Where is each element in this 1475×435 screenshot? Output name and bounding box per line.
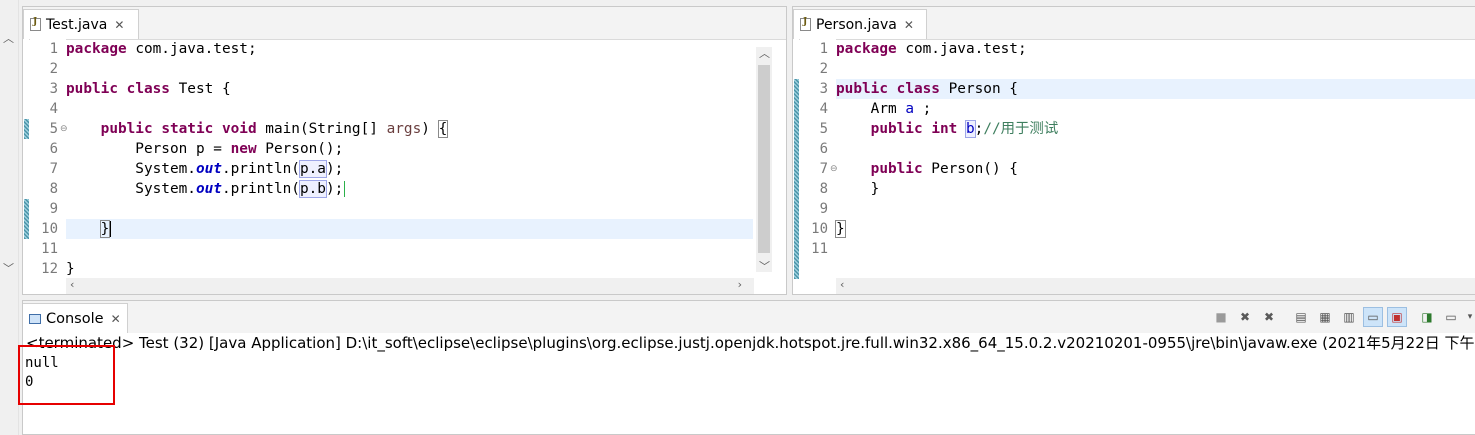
tab-label: Test.java [46, 16, 108, 33]
tab-test-java[interactable]: Test.java ✕ [23, 9, 139, 39]
java-file-icon [30, 17, 41, 31]
console-icon [29, 313, 41, 324]
line-number-gutter: 1 2 3 4 5 6 7 ⊖ 8 9 10 11 [800, 39, 838, 294]
scrollbar-thumb[interactable] [758, 65, 770, 253]
remove-all-icon[interactable]: ✖ [1259, 307, 1279, 327]
code-line: package com.java.test; [66, 41, 257, 57]
code-lines[interactable]: package com.java.test; public class Test… [66, 39, 786, 294]
editor-tab-bar: Test.java ✕ [23, 7, 786, 40]
line-number: 10 [41, 221, 58, 237]
code-line: public static void main(String[] args) { [100, 120, 449, 138]
terminate-icon[interactable]: ■ [1211, 307, 1231, 327]
code-lines[interactable]: package com.java.test; public class Pers… [835, 39, 1475, 294]
chevron-up-icon[interactable]: ︿ [759, 45, 770, 61]
text-cursor [110, 221, 112, 237]
matching-bracket: } [99, 220, 111, 238]
chevron-down-icon[interactable]: ﹀ [3, 260, 14, 276]
tab-label: Person.java [816, 16, 897, 33]
code-line: Arm a ; [836, 101, 932, 117]
code-line: } [836, 181, 880, 197]
console-status-line: <terminated> Test (32) [Java Application… [26, 334, 1475, 352]
overview-ruler [23, 39, 29, 294]
matching-bracket: { [437, 120, 449, 138]
scroll-lock-icon[interactable]: ▤ [1291, 307, 1311, 327]
line-number: 11 [41, 241, 58, 257]
line-number: 3 [819, 81, 828, 97]
line-number: 12 [41, 261, 58, 277]
display-selected-console-icon[interactable]: ▭ [1363, 307, 1383, 327]
line-number: 11 [811, 241, 828, 257]
console-tab-bar: Console ✕ ■ ✖ ✖ ▤ ▦ ▥ ▭ ▣ ◨ ▭ ▾ [23, 301, 1475, 333]
line-number: 10 [811, 221, 828, 237]
code-area[interactable]: 1 2 3 4 5 6 7 ⊖ 8 9 10 11 package com.ja… [793, 39, 1475, 294]
editor-tab-bar: Person.java ✕ [793, 7, 1475, 40]
left-sidebar-strip: ︿ ﹀ [0, 0, 19, 435]
horizontal-scrollbar[interactable]: ‹ › [66, 278, 754, 294]
code-line: System.out.println(p.a); [66, 160, 344, 178]
console-toolbar: ■ ✖ ✖ ▤ ▦ ▥ ▭ ▣ ◨ ▭ ▾ [1211, 306, 1475, 328]
line-number-gutter: 1 2 3 4 5 ⊖ 6 7 8 9 10 11 12 [30, 39, 68, 294]
pin-icon[interactable]: ▥ [1339, 307, 1359, 327]
change-marker [794, 79, 799, 279]
line-number: 6 [49, 141, 58, 157]
vertical-scrollbar[interactable]: ︿ ﹀ [756, 45, 772, 274]
tab-console[interactable]: Console ✕ [23, 303, 128, 333]
line-number: 4 [49, 101, 58, 117]
change-marker [24, 119, 29, 139]
overview-ruler [793, 39, 799, 294]
code-line: public int b;//用于测试 [870, 120, 1059, 138]
line-number: 8 [819, 181, 828, 197]
chevron-down-icon[interactable]: ▾ [1465, 307, 1475, 327]
code-line: Person p = new Person(); [66, 141, 344, 157]
horizontal-scrollbar[interactable]: ‹ [836, 278, 1475, 294]
chevron-right-icon[interactable]: › [738, 278, 742, 291]
close-icon[interactable]: ✕ [114, 18, 124, 32]
code-line: package com.java.test; [836, 41, 1027, 57]
code-line: System.out.println(p.b); [66, 180, 346, 198]
chevron-up-icon[interactable]: ︿ [3, 30, 14, 46]
line-number: 9 [49, 201, 58, 217]
code-line: public Person() { [870, 161, 1018, 177]
code-line: } [66, 219, 112, 239]
editor-test-java: Test.java ✕ 1 2 3 4 5 ⊖ 6 7 8 9 10 11 12… [22, 6, 787, 295]
line-number: 1 [49, 41, 58, 57]
chevron-down-icon[interactable]: ﹀ [759, 258, 770, 274]
close-icon[interactable]: ✕ [904, 18, 914, 32]
line-number: 2 [49, 61, 58, 77]
console-tab-label: Console [46, 310, 104, 327]
code-area[interactable]: 1 2 3 4 5 ⊖ 6 7 8 9 10 11 12 package com… [23, 39, 786, 294]
code-line: } [835, 219, 846, 239]
line-number: 9 [819, 201, 828, 217]
remove-launch-icon[interactable]: ✖ [1235, 307, 1255, 327]
console-view: Console ✕ ■ ✖ ✖ ▤ ▦ ▥ ▭ ▣ ◨ ▭ ▾ <termina… [22, 300, 1475, 435]
new-console-icon[interactable]: ◨ [1417, 307, 1437, 327]
line-number: 3 [49, 81, 58, 97]
open-console-icon[interactable]: ▣ [1387, 307, 1407, 327]
line-number: 5 [819, 121, 828, 137]
matching-bracket: } [835, 220, 846, 238]
line-number: 7 [819, 161, 828, 177]
line-number: 1 [819, 41, 828, 57]
line-number: 7 [49, 161, 58, 177]
code-line: } [66, 261, 75, 277]
line-number: 4 [819, 101, 828, 117]
code-line: public class Person { [836, 81, 1018, 97]
line-number: 2 [819, 61, 828, 77]
line-number: 8 [49, 181, 58, 197]
java-file-icon [800, 17, 811, 31]
text-cursor-marker [344, 181, 346, 197]
highlight-annotation-box [18, 345, 115, 405]
word-wrap-icon[interactable]: ▦ [1315, 307, 1335, 327]
line-number: 6 [819, 141, 828, 157]
line-number: 5 [49, 121, 58, 137]
tab-person-java[interactable]: Person.java ✕ [793, 9, 927, 39]
code-line: public class Test { [66, 81, 231, 97]
close-icon[interactable]: ✕ [111, 312, 121, 326]
change-marker [24, 199, 29, 239]
editor-person-java: Person.java ✕ 1 2 3 4 5 6 7 ⊖ 8 9 10 11 … [792, 6, 1475, 295]
chevron-left-icon[interactable]: ‹ [840, 278, 844, 291]
chevron-left-icon[interactable]: ‹ [70, 278, 74, 291]
view-menu-icon[interactable]: ▭ [1441, 307, 1461, 327]
